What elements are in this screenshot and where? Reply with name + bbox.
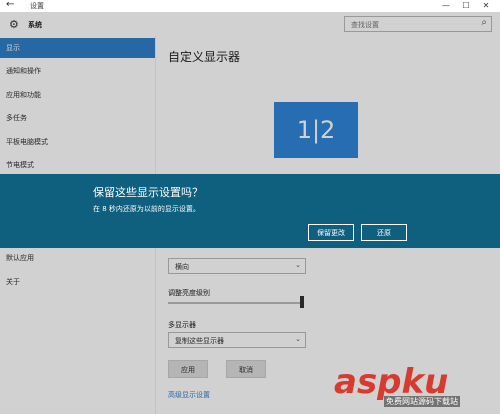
title-bar: ← 设置 — ☐ ✕ [0,0,500,12]
keep-changes-button[interactable]: 保留更改 [308,224,354,241]
close-button[interactable]: ✕ [476,0,496,12]
dialog-message: 在 8 秒内还原为以前的显示设置。 [93,205,200,213]
keep-settings-dialog: 保留这些显示设置吗？ 在 8 秒内还原为以前的显示设置。 保留更改 还原 [0,174,500,248]
back-arrow-icon[interactable]: ← [6,0,14,10]
minimize-button[interactable]: — [436,0,456,12]
dialog-title: 保留这些显示设置吗？ [93,186,203,199]
revert-button[interactable]: 还原 [361,224,407,241]
revert-label: 还原 [377,229,391,237]
window-title: 设置 [30,2,44,10]
watermark-tagline: 免费网站源码下载站 [384,396,460,407]
maximize-button[interactable]: ☐ [456,0,476,12]
keep-changes-label: 保留更改 [317,229,345,237]
